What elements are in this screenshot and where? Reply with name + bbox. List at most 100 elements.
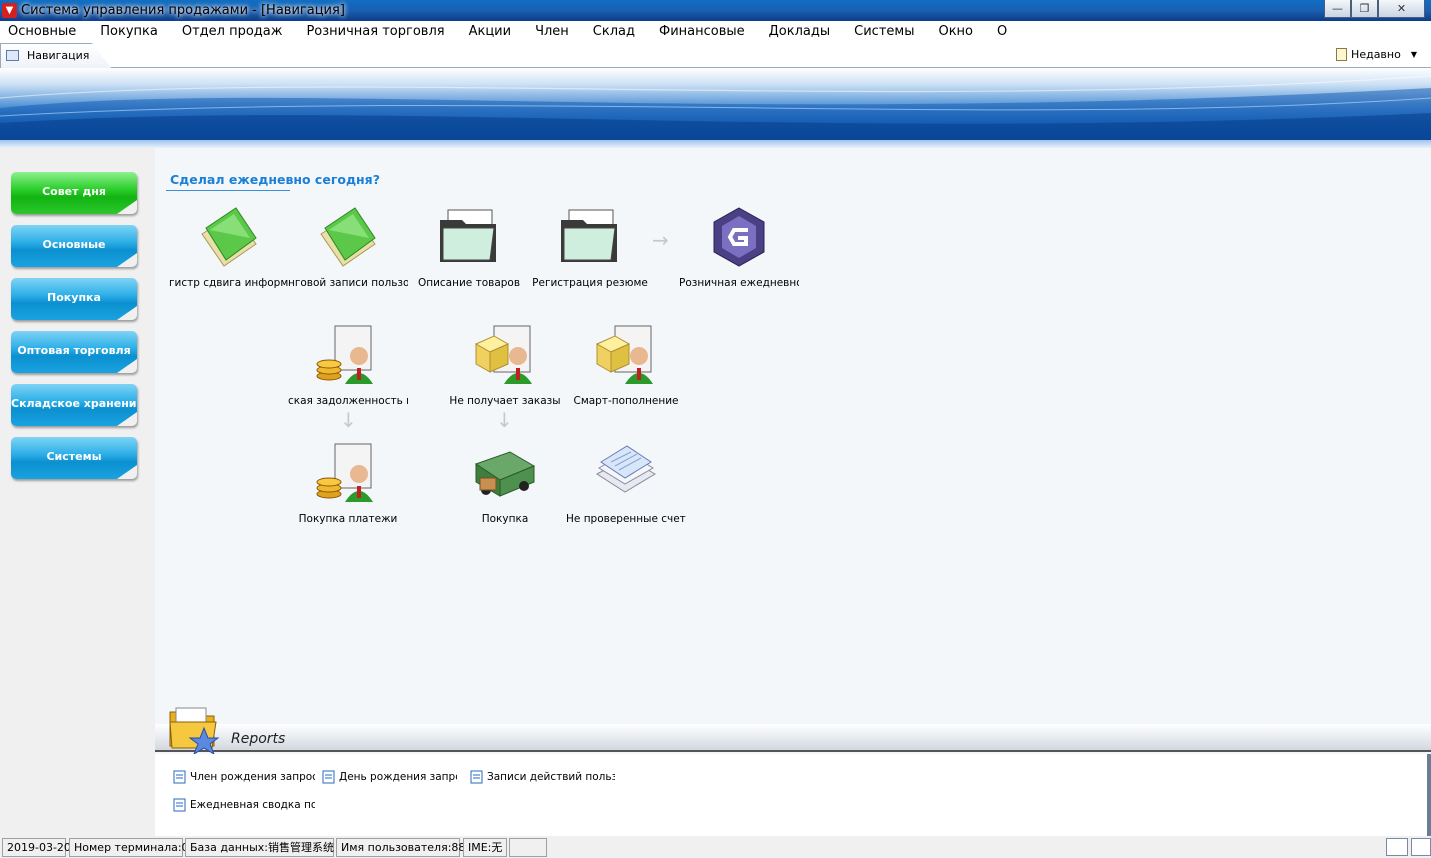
nav-item-label: Смарт-пополнение (573, 395, 679, 407)
nav-item-shift-register[interactable]: гистр сдвига информаци (169, 204, 289, 289)
nav-item-label: Не получает заказы (449, 395, 561, 407)
reports-title: Reports (231, 731, 286, 747)
report-icon (470, 770, 483, 784)
nav-item-payables[interactable]: ская задолженность пос (288, 322, 408, 407)
truck-icon (474, 451, 536, 497)
report-link-label: Ежедневная сводка пост (190, 799, 315, 811)
report-link-label: День рождения запрос (339, 771, 457, 783)
report-link[interactable]: Записи действий пользо (470, 770, 615, 784)
status-user: Имя пользователя:888 (336, 838, 472, 857)
document-icon (1336, 48, 1348, 61)
status-terminal: Номер терминала:01 (69, 838, 196, 857)
menu-item-sales[interactable]: Отдел продаж (170, 21, 295, 42)
menu-item-retail[interactable]: Розничная торговля (294, 21, 456, 42)
report-icon (173, 770, 186, 784)
nav-item-retail-daily[interactable]: Розничная ежедневно (679, 204, 799, 289)
window-icon (6, 50, 19, 61)
report-link[interactable]: День рождения запрос (322, 770, 457, 784)
main-area: Совет дня Основные Покупка Оптовая торго… (0, 148, 1431, 836)
nav-item-product-description[interactable]: Описание товаров (409, 204, 529, 289)
report-link-label: Член рождения запросов (190, 771, 315, 783)
layout-split-icon[interactable] (1411, 838, 1431, 856)
nav-item-label: ская задолженность пос (288, 395, 408, 407)
recent-dropdown[interactable]: Недавно ▼ (1336, 48, 1417, 61)
chevron-down-icon: ▼ (1410, 50, 1417, 59)
nav-item-smart-replenishment[interactable]: Смарт-пополнение (566, 322, 686, 407)
box-user-icon (595, 325, 653, 384)
report-link[interactable]: Член рождения запросов (173, 770, 315, 784)
tab-navigation[interactable]: Навигация (0, 43, 112, 69)
nav-item-label: нговой записи пользова (288, 277, 408, 289)
tab-label: Навигация (27, 49, 90, 62)
nav-item-label: Не проверенные счета (566, 513, 686, 525)
minimize-button[interactable]: — (1324, 0, 1351, 18)
menu-item-basic[interactable]: Основные (0, 21, 88, 42)
menu-item-window[interactable]: Окно (926, 21, 985, 42)
folder-icon (561, 209, 617, 262)
money-user-icon (316, 443, 373, 502)
menu-item-warehouse[interactable]: Склад (581, 21, 647, 42)
close-button[interactable]: ✕ (1378, 0, 1425, 18)
status-date: 2019-03-20 (2, 838, 71, 857)
sidebar-item-tip-of-day[interactable]: Совет дня (11, 172, 137, 214)
nav-item-label: Покупка (481, 513, 529, 525)
sidebar-item-label: Оптовая торговля (17, 344, 131, 357)
arrow-down-icon: ↓ (340, 408, 357, 432)
menu-item-systems[interactable]: Системы (842, 21, 926, 42)
banner-waves (0, 75, 1431, 140)
sidebar-item-purchase[interactable]: Покупка (11, 278, 137, 320)
title-bar: ▼ Система управления продажами - [Навига… (0, 0, 1431, 21)
nav-item-purchase-payments[interactable]: Покупка платежи (288, 440, 408, 525)
sidebar-item-basic[interactable]: Основные (11, 225, 137, 267)
sidebar-item-label: Покупка (47, 291, 101, 304)
app-icon: ▼ (2, 3, 17, 18)
layout-icon[interactable] (1386, 838, 1408, 856)
menu-item-member[interactable]: Член (523, 21, 581, 42)
section-underline (166, 190, 290, 191)
sidebar-item-storage[interactable]: Складское хранение (11, 384, 137, 426)
sidebar: Совет дня Основные Покупка Оптовая торго… (0, 148, 155, 836)
nav-item-label: Покупка платежи (298, 513, 398, 525)
menu-item-about[interactable]: О (985, 21, 1019, 42)
menu-bar: Основные Покупка Отдел продаж Розничная … (0, 21, 1431, 42)
nav-item-label: Описание товаров (417, 277, 521, 289)
report-link[interactable]: Ежедневная сводка пост (173, 798, 315, 812)
money-user-icon (316, 325, 373, 384)
nav-item-label: гистр сдвига информаци (169, 277, 289, 289)
menu-item-promotions[interactable]: Акции (457, 21, 524, 42)
report-icon (322, 770, 335, 784)
header-banner (0, 68, 1431, 140)
sidebar-item-label: Складское хранение (11, 397, 137, 410)
nav-item-purchase[interactable]: Покупка (445, 440, 565, 525)
sidebar-item-systems[interactable]: Системы (11, 437, 137, 479)
arrow-down-icon: ↓ (496, 408, 513, 432)
menu-item-purchase[interactable]: Покупка (88, 21, 170, 42)
box-user-icon (474, 325, 532, 384)
nav-item-label: Розничная ежедневно (679, 277, 799, 289)
nav-item-unchecked-invoices[interactable]: Не проверенные счета (566, 440, 686, 525)
status-bar: 2019-03-20 Номер терминала:01 База данны… (0, 836, 1431, 858)
status-empty (509, 838, 547, 857)
nav-item-resume-registration[interactable]: Регистрация резюме (530, 204, 650, 289)
nav-item-orders-not-received[interactable]: Не получает заказы (445, 322, 565, 407)
restore-button[interactable]: ❐ (1351, 0, 1378, 18)
navigation-panel: Сделал ежедневно сегодня? гистр сдвига и… (155, 148, 1431, 724)
window-controls: — ❐ ✕ (1324, 0, 1425, 18)
tab-strip: Навигация Недавно ▼ (0, 42, 1431, 69)
status-ime: IME:无 (463, 838, 507, 857)
nav-item-label: Регистрация резюме (532, 277, 648, 289)
report-link-label: Записи действий пользо (487, 771, 615, 783)
reports-list: Член рождения запросов День рождения зап… (155, 754, 1431, 836)
status-database: База данных:销售管理系统 (185, 838, 334, 857)
recent-label: Недавно (1351, 48, 1401, 61)
window-title: Система управления продажами - [Навигаци… (21, 3, 345, 18)
sidebar-item-wholesale[interactable]: Оптовая торговля (11, 331, 137, 373)
sidebar-item-label: Системы (46, 450, 102, 463)
menu-item-reports[interactable]: Доклады (757, 21, 843, 42)
menu-item-finance[interactable]: Финансовые (647, 21, 757, 42)
arrow-right-icon: → (652, 228, 669, 252)
papers-icon (596, 445, 656, 493)
purple-g-icon (713, 207, 765, 267)
sidebar-item-label: Основные (42, 238, 106, 251)
nav-item-user-records[interactable]: нговой записи пользова (288, 204, 408, 289)
